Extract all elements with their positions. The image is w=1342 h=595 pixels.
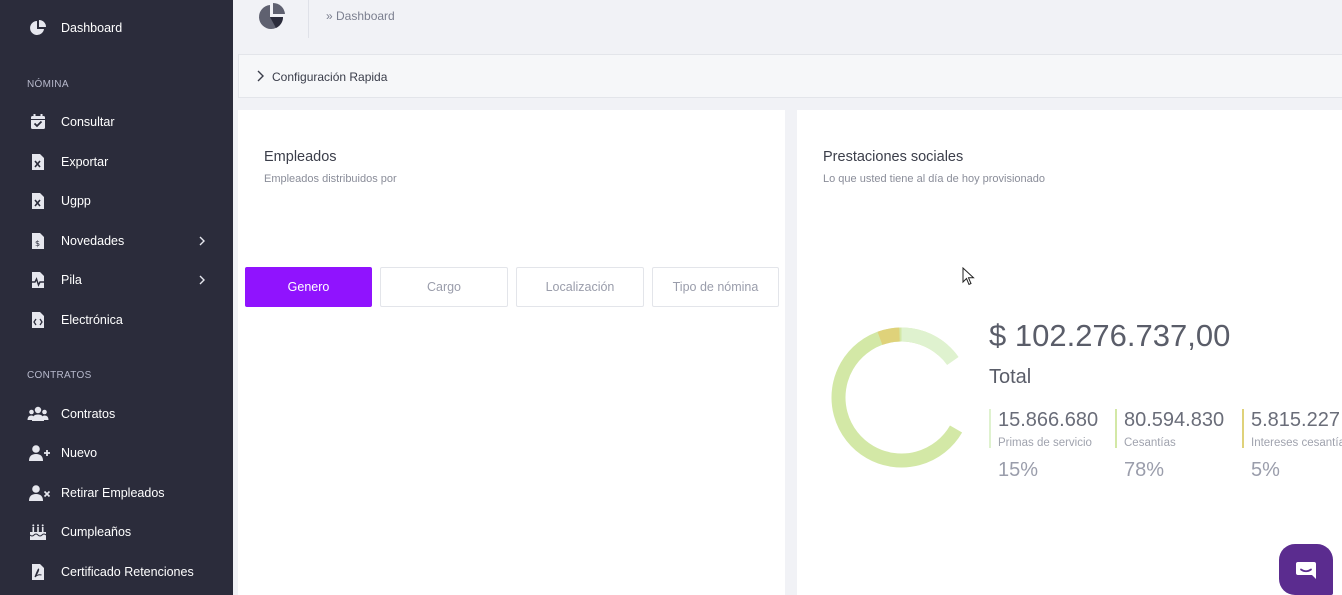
empleados-card: Empleados Empleados distribuidos por Gen… xyxy=(238,110,785,595)
pulse-file-icon xyxy=(30,272,46,288)
header-divider xyxy=(308,0,309,38)
chat-support-button[interactable] xyxy=(1279,544,1333,595)
sidebar: Dashboard NÓMINA Consultar Exportar Ugpp… xyxy=(0,0,233,595)
sidebar-item-label: Electrónica xyxy=(61,313,123,327)
stat-value: 80.594.830 xyxy=(1124,409,1225,431)
sidebar-item-label: Exportar xyxy=(61,155,109,169)
prestaciones-card: Prestaciones sociales Lo que usted tiene… xyxy=(797,110,1342,595)
sidebar-item-electronica[interactable]: Electrónica xyxy=(0,302,233,338)
calendar-check-icon xyxy=(31,114,45,129)
sidebar-item-label: Contratos xyxy=(61,407,116,421)
total-label: Total xyxy=(989,366,1032,388)
stat-percentage: 78% xyxy=(1124,459,1165,481)
excel-file-icon xyxy=(32,154,44,170)
pie-chart-icon xyxy=(30,20,46,35)
sidebar-item-pila[interactable]: Pila xyxy=(0,262,233,298)
chevron-right-icon xyxy=(199,236,205,246)
prestaciones-donut-chart[interactable] xyxy=(829,325,974,470)
sidebar-item-label: Pila xyxy=(61,273,82,287)
donut-segment-intereses xyxy=(831,327,972,468)
quick-config-bar[interactable]: Configuración Rapida xyxy=(238,54,1342,98)
sidebar-item-label: Retirar Empleados xyxy=(61,486,165,500)
sidebar-item-label: Novedades xyxy=(61,234,125,248)
chat-bubble-icon xyxy=(1296,562,1316,579)
sidebar-item-novedades[interactable]: $ Novedades xyxy=(0,223,233,259)
sidebar-item-retirar-empleados[interactable]: Retirar Empleados xyxy=(0,475,233,511)
pdf-file-icon xyxy=(32,564,44,580)
user-remove-icon xyxy=(29,485,51,501)
sidebar-item-label: Consultar xyxy=(61,115,115,129)
sidebar-item-label: Nuevo xyxy=(61,446,98,460)
sidebar-item-label: Dashboard xyxy=(61,21,123,35)
sidebar-item-dashboard[interactable]: Dashboard xyxy=(0,10,233,46)
sidebar-item-consultar[interactable]: Consultar xyxy=(0,104,233,140)
excel-file-icon xyxy=(32,193,44,209)
sidebar-item-label: Certificado Retenciones xyxy=(61,565,194,579)
stat-percentage: 15% xyxy=(998,459,1039,481)
stat-color-bar xyxy=(1242,409,1244,448)
stat-color-bar xyxy=(989,409,991,448)
pie-chart-logo-icon[interactable] xyxy=(256,2,288,32)
stat-name: Cesantías xyxy=(1124,437,1176,449)
quick-config-label: Configuración Rapida xyxy=(272,70,388,84)
card-title: Empleados xyxy=(264,149,337,165)
stat-color-bar xyxy=(1115,409,1117,448)
tab-cargo[interactable]: Cargo xyxy=(380,267,508,307)
stat-value: 15.866.680 xyxy=(998,409,1099,431)
breadcrumb[interactable]: » Dashboard xyxy=(326,9,395,23)
stat-name: Primas de servicio xyxy=(998,437,1092,449)
code-file-icon xyxy=(32,312,44,328)
mouse-cursor-icon xyxy=(962,267,975,286)
sidebar-item-certificado-retenciones[interactable]: Certificado Retenciones xyxy=(0,554,233,590)
birthday-cake-icon xyxy=(29,524,47,540)
tab-localizacion[interactable]: Localización xyxy=(516,267,644,307)
total-amount: $ 102.276.737,00 xyxy=(989,318,1231,353)
user-plus-icon xyxy=(29,445,50,461)
users-icon xyxy=(27,406,49,421)
donut-segment-cesantias xyxy=(831,327,972,468)
stat-value: 5.815.227 xyxy=(1251,409,1340,431)
sidebar-item-label: Ugpp xyxy=(61,194,91,208)
tab-tipo-de-nomina[interactable]: Tipo de nómina xyxy=(652,267,779,307)
sidebar-item-cumpleanos[interactable]: Cumpleaños xyxy=(0,514,233,550)
section-contratos: CONTRATOS xyxy=(27,370,92,381)
sidebar-item-exportar[interactable]: Exportar xyxy=(0,144,233,180)
card-subtitle: Lo que usted tiene al día de hoy provisi… xyxy=(823,173,1045,185)
card-title: Prestaciones sociales xyxy=(823,149,964,165)
section-nomina: NÓMINA xyxy=(27,79,69,90)
sidebar-item-ugpp[interactable]: Ugpp xyxy=(0,183,233,219)
sidebar-item-contratos[interactable]: Contratos xyxy=(0,396,233,432)
stat-percentage: 5% xyxy=(1251,459,1280,481)
top-header: » Dashboard xyxy=(233,0,1342,42)
sidebar-item-nuevo[interactable]: Nuevo xyxy=(0,435,233,471)
svg-text:$: $ xyxy=(35,239,40,248)
tab-genero[interactable]: Genero xyxy=(245,267,372,307)
card-subtitle: Empleados distribuidos por xyxy=(264,173,397,185)
chevron-right-icon xyxy=(199,275,205,285)
chevron-right-icon xyxy=(257,70,264,82)
stat-name: Intereses cesantías xyxy=(1251,437,1342,449)
dollar-file-icon: $ xyxy=(32,233,44,249)
sidebar-item-label: Cumpleaños xyxy=(61,525,132,539)
